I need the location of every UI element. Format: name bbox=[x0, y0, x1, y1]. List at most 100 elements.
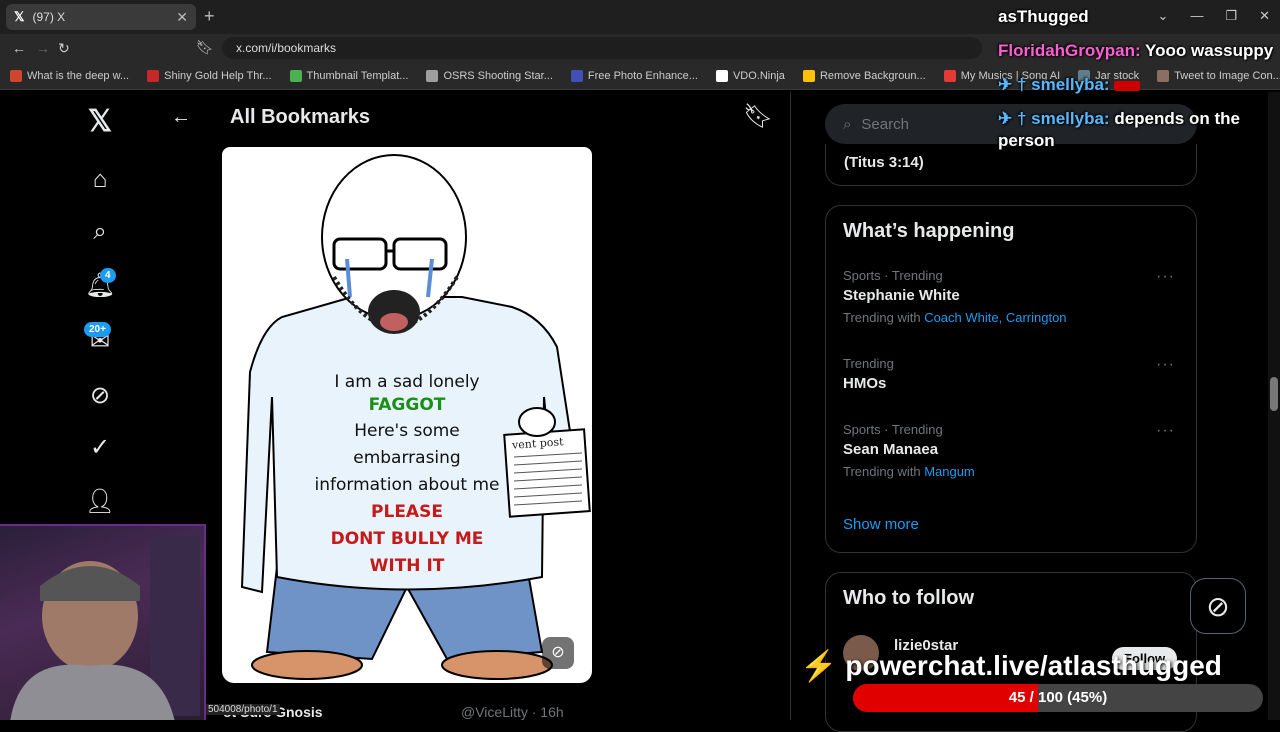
bookmark-label: What is the deep w... bbox=[27, 69, 130, 82]
shirt-line-3: Here's some bbox=[354, 421, 460, 441]
scrollbar[interactable] bbox=[1268, 92, 1280, 720]
grok-icon: ⊘ bbox=[1206, 590, 1230, 622]
shirt-line-6: PLEASE bbox=[371, 502, 443, 522]
trend-name: HMOs bbox=[843, 375, 887, 392]
bookmark-item[interactable]: Remove Backgroun... bbox=[802, 69, 926, 82]
shirt-line-2: FAGGOT bbox=[368, 395, 446, 415]
x-logo-icon: 𝕏 bbox=[14, 9, 25, 24]
bookmark-favicon-icon bbox=[943, 69, 956, 82]
shirt-line-4: embarrasing bbox=[353, 448, 461, 468]
page-header: ← All Bookmarks 🔖︎ bbox=[153, 92, 791, 146]
bookmark-item[interactable]: VDO.Ninja bbox=[715, 69, 785, 82]
soyjak-drawing bbox=[240, 154, 591, 680]
powerchat-url: powerchat.live/atlasthugged bbox=[845, 650, 1222, 681]
forward-icon[interactable]: → bbox=[36, 40, 50, 56]
trend-meta: Sports · Trending bbox=[843, 268, 943, 283]
bookmark-favicon-icon bbox=[715, 69, 728, 82]
status-url: 504008/photo/1 bbox=[206, 704, 280, 715]
more-options-icon[interactable]: ··· bbox=[1156, 422, 1175, 440]
trend-item[interactable]: Sports · Trending Sean Manaea Trending w… bbox=[843, 422, 1183, 479]
bookmark-favicon-icon bbox=[147, 69, 160, 82]
chat-message: ✈ † smellyba: bbox=[998, 74, 1278, 96]
reload-icon[interactable]: ↻ bbox=[58, 40, 70, 57]
shirt-line-8: WITH IT bbox=[369, 556, 445, 576]
left-nav: 𝕏 ⌂ ⌕ 🔔︎ 4 ✉ 20+ ⊘ ✓ 👤︎ bbox=[70, 92, 130, 522]
grok-button[interactable]: ⊘ bbox=[1190, 578, 1246, 634]
shirt-line-5: information about me bbox=[314, 475, 500, 495]
bookmark-label: Remove Backgroun... bbox=[819, 69, 926, 82]
donation-goal-bar: 45 / 100 (45%) bbox=[853, 684, 1263, 712]
address-bar[interactable]: x.com/i/bookmarks bbox=[222, 37, 982, 59]
trend-item[interactable]: Sports · Trending Stephanie White Trendi… bbox=[843, 268, 1183, 325]
trend-link[interactable]: Mangum bbox=[924, 464, 975, 479]
scrollbar-thumb[interactable] bbox=[1270, 377, 1278, 411]
post-image[interactable]: vent post I am a sad lonely FAGGOT Here'… bbox=[222, 147, 592, 683]
bookmark-label: Thumbnail Templat... bbox=[306, 69, 409, 82]
trend-link[interactable]: Coach White, Carrington bbox=[924, 310, 1066, 325]
search-icon: ⌕ bbox=[843, 115, 852, 133]
shirt-line-7: DONT BULLY ME bbox=[330, 529, 484, 549]
search-placeholder: Search bbox=[861, 115, 909, 133]
bookmark-star-icon[interactable]: 🔖︎ bbox=[196, 39, 214, 56]
back-icon[interactable]: ← bbox=[12, 40, 26, 56]
verified-icon[interactable]: ✓ bbox=[84, 432, 116, 464]
new-tab-button[interactable]: + bbox=[204, 6, 215, 27]
profile-icon[interactable]: 👤︎ bbox=[84, 486, 116, 518]
powerchat-banner: ⚡ powerchat.live/atlasthugged bbox=[800, 646, 1280, 686]
home-icon[interactable]: ⌂ bbox=[84, 164, 116, 196]
trend-item[interactable]: Trending HMOs ··· bbox=[843, 356, 1183, 392]
chat-username: smellyba: bbox=[1031, 109, 1110, 128]
bookmark-item[interactable]: Thumbnail Templat... bbox=[289, 69, 409, 82]
show-more-link[interactable]: Show more bbox=[843, 516, 919, 533]
stream-chat-overlay: asThugged FloridahGroypan: Yooo wassuppy… bbox=[998, 6, 1278, 164]
streamer-name: asThugged bbox=[998, 7, 1089, 26]
trend-name: Stephanie White bbox=[843, 287, 960, 304]
main-column: ← All Bookmarks 🔖︎ vent post I am a sad … bbox=[153, 92, 791, 720]
bookmark-favicon-icon bbox=[10, 69, 22, 82]
bookmark-item[interactable]: Free Photo Enhance... bbox=[570, 69, 698, 82]
chat-message: ✈ † smellyba: depends on the person bbox=[998, 109, 1240, 150]
add-bookmark-folder-icon[interactable]: 🔖︎ bbox=[743, 102, 773, 131]
webcam-overlay bbox=[0, 524, 206, 720]
emote-icon bbox=[1114, 80, 1141, 91]
bookmark-favicon-icon bbox=[570, 69, 583, 82]
bookmark-item[interactable]: OSRS Shooting Star... bbox=[426, 69, 553, 82]
trend-meta: Trending bbox=[843, 356, 894, 371]
post-handle[interactable]: @ViceLitty · 16h bbox=[461, 704, 564, 720]
shirt-line-1: I am a sad lonely bbox=[334, 372, 480, 392]
search-icon[interactable]: ⌕ bbox=[84, 216, 116, 248]
trend-with: Trending with Mangum bbox=[843, 464, 975, 479]
tab-title: (97) X bbox=[32, 10, 66, 24]
close-tab-icon[interactable]: ✕ bbox=[176, 9, 188, 26]
bookmark-favicon-icon bbox=[426, 69, 439, 82]
whats-happening-panel: What’s happening Sports · Trending Steph… bbox=[825, 205, 1197, 553]
more-options-icon[interactable]: ··· bbox=[1156, 356, 1175, 374]
browser-tab[interactable]: 𝕏 (97) X ✕ bbox=[6, 4, 196, 30]
bookmark-label: Free Photo Enhance... bbox=[587, 69, 698, 82]
trend-with: Trending with Coach White, Carrington bbox=[843, 310, 1067, 325]
grok-image-icon[interactable]: ⊘ bbox=[542, 637, 574, 669]
grok-icon[interactable]: ⊘ bbox=[84, 380, 116, 412]
page-title: All Bookmarks bbox=[230, 106, 371, 128]
streamer-webcam bbox=[10, 536, 200, 720]
lightning-icon: ⚡ bbox=[800, 649, 838, 683]
messages-badge: 20+ bbox=[84, 322, 111, 337]
notifications-badge: 4 bbox=[100, 268, 116, 283]
chat-message: FloridahGroypan: Yooo wassuppy bbox=[998, 40, 1278, 62]
back-arrow-icon[interactable]: ← bbox=[171, 106, 191, 129]
trend-meta: Sports · Trending bbox=[843, 422, 943, 437]
bookmark-favicon-icon bbox=[802, 69, 815, 82]
chat-username: FloridahGroypan: bbox=[998, 41, 1141, 60]
chat-username: smellyba: bbox=[1031, 75, 1110, 94]
bookmark-label: OSRS Shooting Star... bbox=[443, 69, 553, 82]
trend-name: Sean Manaea bbox=[843, 441, 939, 458]
url-text: x.com/i/bookmarks bbox=[236, 41, 337, 55]
bookmark-favicon-icon bbox=[289, 69, 302, 82]
more-options-icon[interactable]: ··· bbox=[1156, 268, 1175, 286]
x-logo-icon[interactable]: 𝕏 bbox=[84, 106, 116, 138]
chat-text: Yooo wassuppy bbox=[1145, 41, 1274, 60]
who-to-follow-title: Who to follow bbox=[843, 587, 975, 609]
bookmark-item[interactable]: Shiny Gold Help Thr... bbox=[147, 69, 272, 82]
bookmark-label: Shiny Gold Help Thr... bbox=[164, 69, 272, 82]
bookmark-item[interactable]: What is the deep w... bbox=[10, 69, 130, 82]
